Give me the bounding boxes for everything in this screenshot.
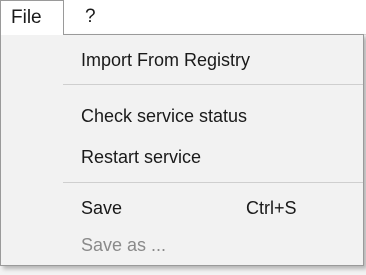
menu-separator bbox=[63, 84, 363, 85]
file-dropdown-menu: Import From Registry Check service statu… bbox=[0, 34, 364, 266]
menu-item-restart-service[interactable]: Restart service bbox=[81, 142, 201, 172]
menu-file[interactable]: File bbox=[0, 0, 64, 35]
menu-icon-gutter bbox=[1, 35, 61, 265]
menu-bar: File ? bbox=[0, 0, 366, 35]
save-shortcut: Ctrl+S bbox=[246, 198, 297, 218]
menu-separator bbox=[63, 182, 363, 183]
menu-item-save-as: Save as ... bbox=[81, 235, 167, 255]
menu-item-save[interactable]: Save bbox=[81, 193, 122, 223]
menu-help[interactable]: ? bbox=[72, 0, 106, 34]
menu-item-check-service-status[interactable]: Check service status bbox=[81, 101, 247, 131]
app-window: File ? Import From Registry Check servic… bbox=[0, 0, 366, 275]
menu-item-import-from-registry[interactable]: Import From Registry bbox=[81, 45, 250, 75]
